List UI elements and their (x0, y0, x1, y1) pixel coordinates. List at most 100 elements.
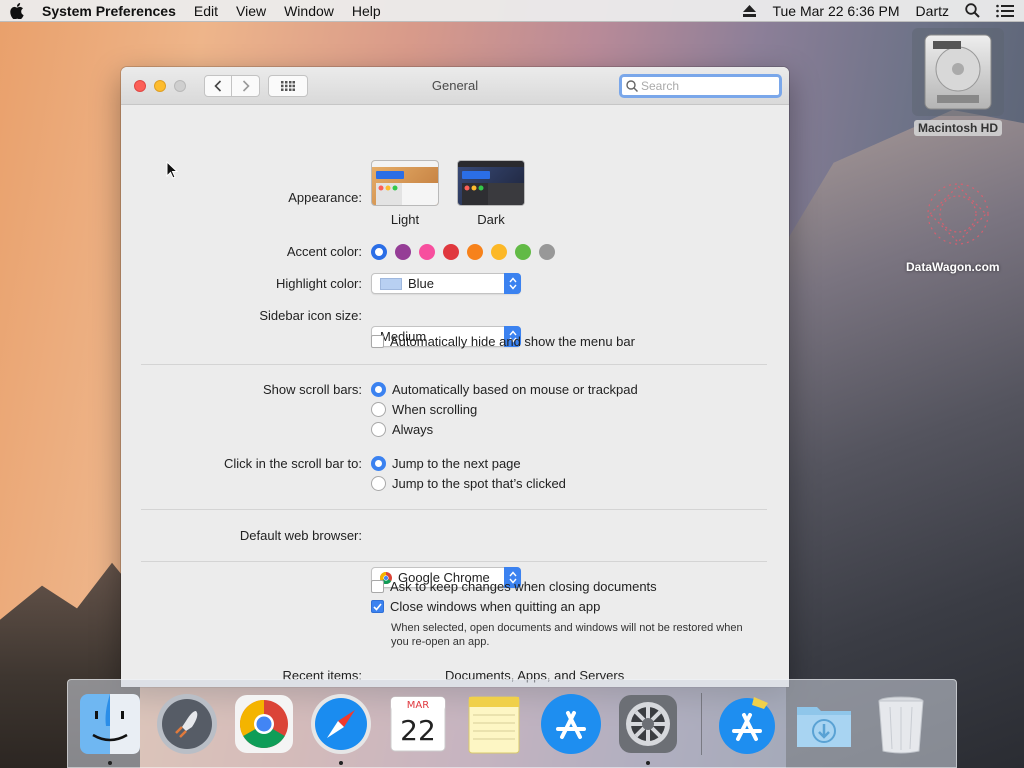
chevron-right-icon (242, 79, 250, 92)
appearance-light-label: Light (390, 212, 420, 227)
disk-label[interactable]: Macintosh HD (913, 120, 1002, 136)
back-button[interactable] (204, 74, 232, 97)
show-all-button[interactable] (268, 74, 308, 97)
eject-icon[interactable] (743, 4, 757, 17)
calendar-month-text: MAR (406, 700, 428, 711)
hard-disk-icon[interactable] (912, 28, 1004, 116)
dock-notes[interactable] (463, 692, 527, 756)
window-controls (134, 79, 186, 92)
dock-system-preferences[interactable] (616, 692, 680, 765)
search-input[interactable] (641, 79, 771, 93)
dock-app-store-installer[interactable] (715, 692, 779, 756)
finder-icon (79, 693, 140, 754)
scroll-bars-always-row[interactable]: Always (371, 422, 433, 437)
accent-color-swatches (371, 244, 555, 260)
menu-edit[interactable]: Edit (194, 3, 218, 19)
menu-user[interactable]: Dartz (916, 3, 949, 19)
accent-swatch-purple[interactable] (395, 244, 411, 260)
close-windows-label: Close windows when quitting an app (390, 599, 601, 614)
minimize-window-button[interactable] (154, 79, 166, 92)
search-icon (626, 80, 638, 92)
auto-hide-menubar-label: Automatically hide and show the menu bar (390, 334, 635, 349)
menu-app-name[interactable]: System Preferences (42, 3, 176, 19)
dock-trash[interactable] (869, 692, 933, 756)
scroll-bars-scrolling-radio[interactable] (371, 402, 386, 417)
search-field[interactable] (619, 74, 782, 98)
scroll-bars-scrolling-row[interactable]: When scrolling (371, 402, 477, 417)
dock-divider (701, 692, 703, 755)
dock-chrome[interactable] (232, 692, 296, 756)
zoom-window-button[interactable] (174, 79, 186, 92)
menu-view[interactable]: View (236, 3, 266, 19)
divider (141, 364, 767, 365)
close-windows-checkbox[interactable] (371, 600, 384, 613)
dock-calendar[interactable]: MAR 22 (386, 692, 450, 756)
grid-icon (281, 80, 295, 91)
menu-bar: System Preferences Edit View Window Help… (0, 0, 1024, 22)
dock-finder[interactable] (78, 692, 142, 765)
checkmark-icon (373, 602, 382, 611)
dock-safari[interactable] (309, 692, 373, 765)
scroll-bars-always-label: Always (392, 422, 434, 437)
close-windows-row[interactable]: Close windows when quitting an app (371, 599, 600, 614)
click-next-page-radio[interactable] (371, 456, 386, 471)
accent-swatch-blue[interactable] (371, 244, 387, 260)
click-scroll-bar-label: Click in the scroll bar to: (224, 456, 362, 471)
ask-keep-changes-row[interactable]: Ask to keep changes when closing documen… (371, 579, 657, 594)
menu-clock[interactable]: Tue Mar 22 6:36 PM (772, 3, 899, 19)
running-indicator (108, 760, 112, 765)
accent-swatch-orange[interactable] (467, 244, 483, 260)
highlight-color-popup[interactable]: Blue (371, 273, 521, 294)
scroll-bars-always-radio[interactable] (371, 422, 386, 437)
appearance-dark-label: Dark (477, 212, 505, 227)
launchpad-rocket-icon (156, 693, 217, 754)
dock: MAR 22 (67, 679, 957, 768)
popup-arrows-icon (504, 273, 521, 294)
accent-swatch-red[interactable] (443, 244, 459, 260)
auto-hide-menubar-checkbox[interactable] (371, 335, 384, 348)
menu-help[interactable]: Help (352, 3, 381, 19)
default-browser-label: Default web browser: (239, 528, 362, 543)
appearance-dark-option[interactable]: Dark (457, 160, 525, 227)
scroll-bars-auto-radio[interactable] (371, 382, 386, 397)
click-next-page-row[interactable]: Jump to the next page (371, 456, 521, 471)
click-next-page-label: Jump to the next page (392, 456, 521, 471)
gear-icon (619, 694, 678, 753)
calendar-icon: MAR 22 (390, 696, 446, 751)
divider (141, 509, 767, 510)
running-indicator (338, 760, 343, 765)
light-appearance-thumbnail[interactable] (371, 160, 439, 206)
click-spot-radio[interactable] (371, 476, 386, 491)
apple-menu-icon[interactable] (10, 2, 32, 19)
notes-icon (468, 696, 520, 753)
dock-launchpad[interactable] (155, 692, 219, 756)
spotlight-search-icon[interactable] (965, 3, 980, 18)
watermark-logo (918, 176, 998, 255)
dock-app-store[interactable] (539, 692, 603, 756)
dock-downloads[interactable] (792, 692, 856, 756)
close-window-button[interactable] (134, 79, 146, 92)
click-spot-row[interactable]: Jump to the spot that’s clicked (371, 476, 566, 491)
notification-center-icon[interactable] (996, 4, 1014, 18)
highlight-color-value: Blue (408, 276, 435, 291)
desktop-disk[interactable]: Macintosh HD (910, 28, 1006, 136)
accent-swatch-green[interactable] (515, 244, 531, 260)
scroll-bars-auto-row[interactable]: Automatically based on mouse or trackpad (371, 382, 638, 397)
appearance-label: Appearance: (288, 190, 362, 205)
show-scroll-bars-label: Show scroll bars: (263, 382, 362, 397)
close-windows-hint: When selected, open documents and window… (391, 622, 743, 648)
dark-appearance-thumbnail[interactable] (457, 160, 525, 206)
accent-swatch-yellow[interactable] (491, 244, 507, 260)
nav-buttons (204, 74, 260, 97)
accent-swatch-pink[interactable] (419, 244, 435, 260)
chrome-icon (234, 694, 293, 753)
appearance-light-option[interactable]: Light (371, 160, 439, 227)
menu-window[interactable]: Window (284, 3, 334, 19)
forward-button[interactable] (232, 74, 260, 97)
general-preferences-window: General Appearance: Light (121, 67, 789, 687)
accent-swatch-graphite[interactable] (539, 244, 555, 260)
ask-keep-changes-checkbox[interactable] (371, 580, 384, 593)
window-titlebar: General (121, 67, 789, 105)
auto-hide-menubar-row[interactable]: Automatically hide and show the menu bar (371, 334, 635, 349)
watermark-text: DataWagon.com (906, 260, 1000, 274)
